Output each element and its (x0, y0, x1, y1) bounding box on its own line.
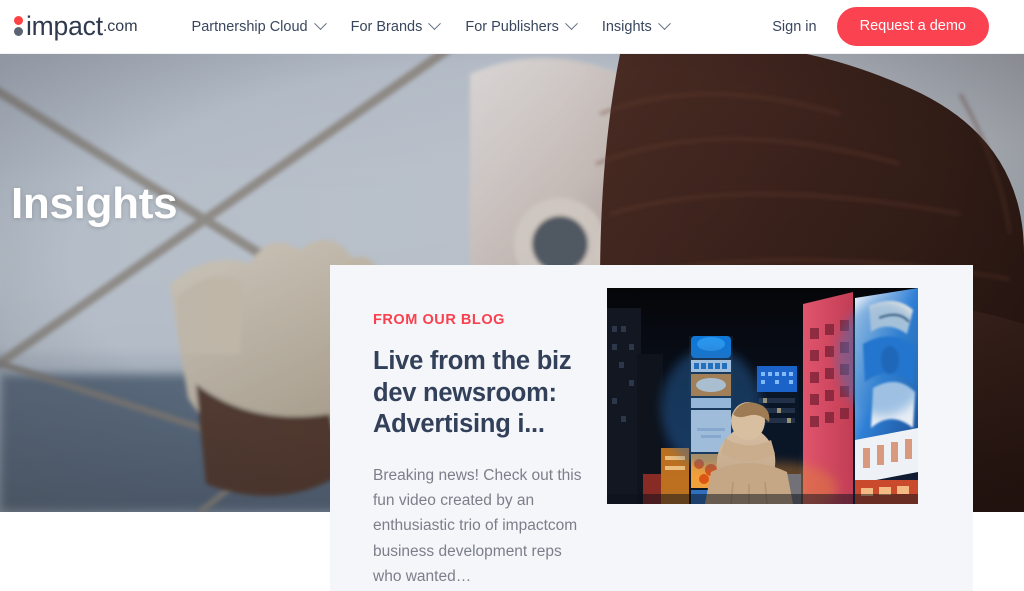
impact-logo[interactable]: impact .com (14, 0, 138, 54)
page-title: Insights (11, 179, 178, 228)
nav-item-partnership-cloud[interactable]: Partnership Cloud (179, 17, 338, 35)
times-square-illustration (607, 288, 918, 504)
chevron-down-icon (313, 17, 327, 31)
featured-post-image (607, 288, 918, 504)
logo-wordmark: impact (26, 11, 103, 42)
logo-tld: .com (102, 17, 138, 35)
site-header: impact .com Partnership Cloud For Brands … (0, 0, 1024, 54)
nav-item-for-publishers[interactable]: For Publishers (452, 17, 588, 35)
chevron-down-icon (657, 17, 671, 31)
nav-label: For Brands (350, 18, 423, 35)
logo-dot-dark-icon (14, 27, 23, 37)
nav-label: For Publishers (465, 18, 559, 35)
request-a-demo-button[interactable]: Request a demo (836, 7, 989, 46)
nav-label: Partnership Cloud (191, 18, 308, 35)
sign-in-link[interactable]: Sign in (772, 19, 816, 35)
nav-label: Insights (601, 18, 652, 35)
featured-post-text: FROM OUR BLOG Live from the biz dev news… (330, 265, 593, 591)
card-eyebrow: FROM OUR BLOG (373, 312, 505, 328)
featured-post-card-inner: FROM OUR BLOG Live from the biz dev news… (330, 265, 973, 591)
nav-item-for-brands[interactable]: For Brands (338, 17, 453, 35)
logo-dot-red-icon (14, 15, 23, 25)
header-actions: Sign in Request a demo (772, 7, 989, 46)
card-title[interactable]: Live from the biz dev newsroom: Advertis… (373, 346, 593, 441)
below-fold-left (0, 512, 330, 591)
below-fold-right (973, 512, 1024, 591)
card-excerpt: Breaking news! Check out this fun video … (373, 466, 582, 585)
chevron-down-icon (564, 17, 578, 31)
page-root: impact .com Partnership Cloud For Brands … (0, 0, 1024, 591)
chevron-down-icon (428, 17, 442, 31)
featured-post-card[interactable]: FROM OUR BLOG Live from the biz dev news… (330, 265, 973, 591)
main-navigation: Partnership Cloud For Brands For Publish… (179, 17, 682, 35)
logo-dots-icon (14, 15, 23, 38)
nav-item-insights[interactable]: Insights (589, 17, 682, 35)
